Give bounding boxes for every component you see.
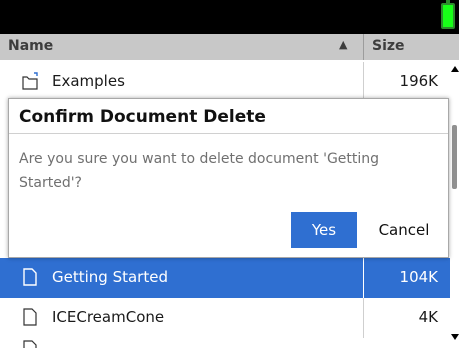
file-size: 196K xyxy=(399,72,438,90)
list-item[interactable]: Getting Started 104K xyxy=(0,258,450,298)
document-icon xyxy=(23,268,37,286)
column-divider xyxy=(363,34,364,60)
document-icon xyxy=(23,340,37,348)
dialog-message: Are you sure you want to delete document… xyxy=(19,151,380,191)
scroll-thumb[interactable] xyxy=(452,125,457,189)
column-divider xyxy=(363,258,364,298)
battery-icon xyxy=(441,0,455,29)
yes-button[interactable]: Yes xyxy=(291,212,357,248)
file-name: ICECreamCone xyxy=(52,308,165,326)
size-column-header[interactable]: Size xyxy=(372,38,405,54)
file-size: 4K xyxy=(418,308,438,326)
dialog-divider xyxy=(9,133,448,134)
column-divider xyxy=(363,298,364,338)
file-size: 104K xyxy=(399,268,438,286)
scrollbar[interactable] xyxy=(450,60,459,348)
column-divider xyxy=(363,62,364,102)
name-column-header[interactable]: Name xyxy=(8,38,53,54)
confirm-delete-dialog: Confirm Document Delete Are you sure you… xyxy=(8,98,449,258)
status-bar xyxy=(0,0,459,34)
document-icon xyxy=(23,308,37,326)
file-list-header: Name ▲ Size xyxy=(0,34,459,60)
cancel-button[interactable]: Cancel xyxy=(365,212,443,248)
file-name: Examples xyxy=(52,72,125,90)
scroll-up-icon[interactable] xyxy=(451,66,459,72)
list-item[interactable]: Examples 196K xyxy=(0,62,450,102)
file-name: Getting Started xyxy=(52,268,168,286)
sort-ascending-icon: ▲ xyxy=(339,38,348,51)
scroll-down-icon[interactable] xyxy=(451,334,459,340)
folder-icon xyxy=(22,72,38,90)
list-item[interactable]: ICECreamCone 4K xyxy=(0,298,450,338)
dialog-title: Confirm Document Delete xyxy=(19,107,266,127)
